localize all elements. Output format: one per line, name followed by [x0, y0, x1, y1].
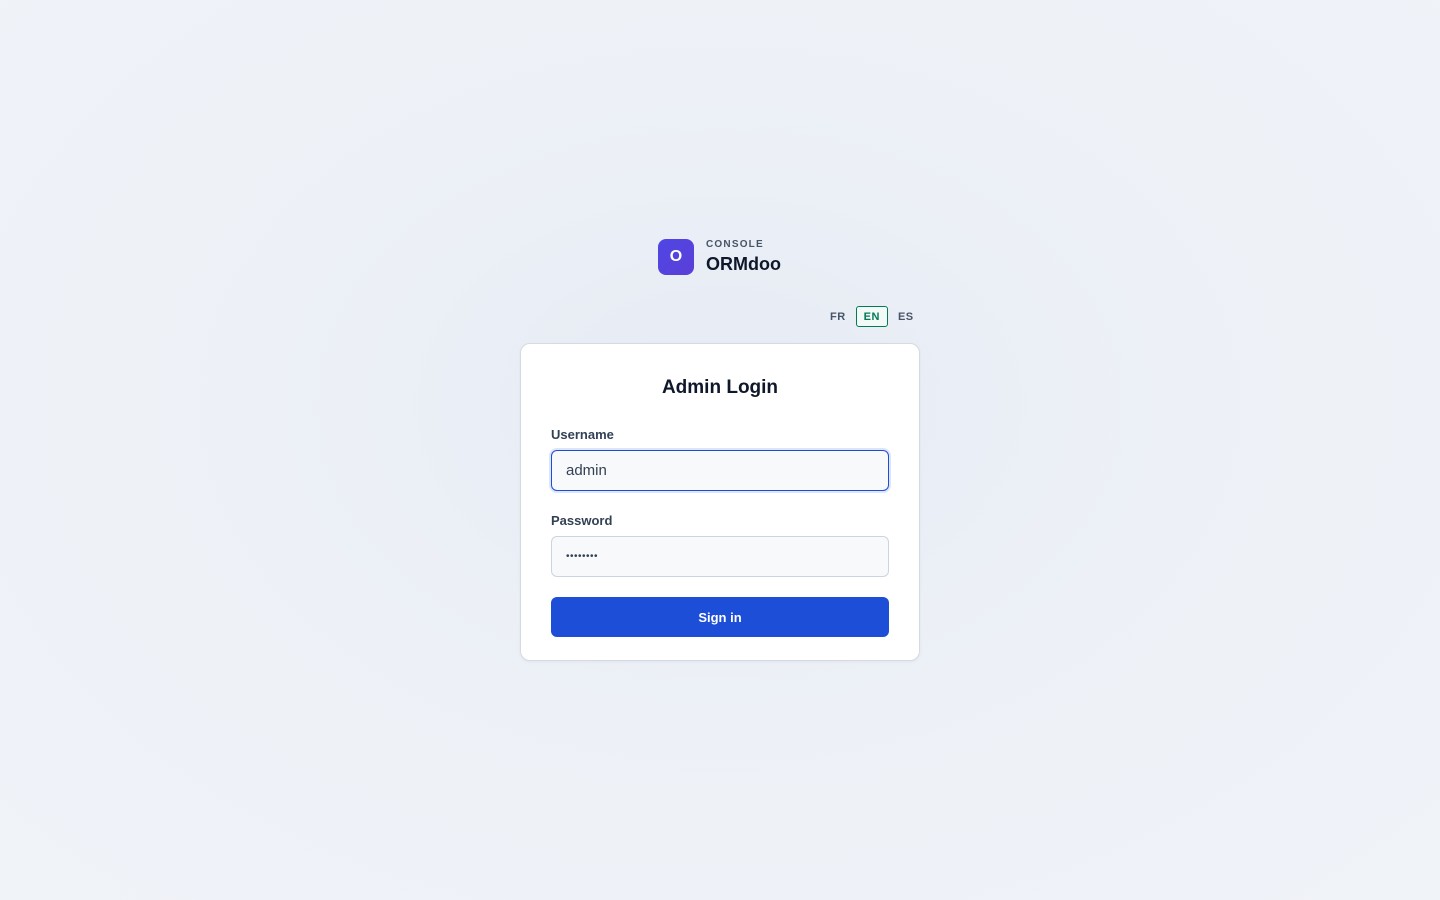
login-card: Admin Login Username Password Sign in — [520, 343, 920, 661]
password-input[interactable] — [551, 536, 889, 577]
brand-logo: O — [658, 239, 694, 275]
language-switcher: FR EN ES — [822, 306, 922, 327]
brand-text: CONSOLE ORMdoo — [706, 239, 781, 275]
login-title: Admin Login — [661, 377, 779, 398]
brand-subtitle: CONSOLE — [706, 239, 764, 250]
lang-option-en[interactable]: EN — [855, 306, 888, 327]
username-label: Username — [551, 427, 614, 442]
brand: O CONSOLE ORMdoo — [658, 239, 781, 275]
password-label: Password — [551, 513, 613, 528]
lang-option-fr[interactable]: FR — [822, 306, 854, 327]
brand-name: ORMdoo — [706, 254, 781, 274]
lang-option-es[interactable]: ES — [890, 306, 922, 327]
sign-in-button[interactable]: Sign in — [551, 597, 889, 637]
username-input[interactable] — [551, 450, 889, 491]
